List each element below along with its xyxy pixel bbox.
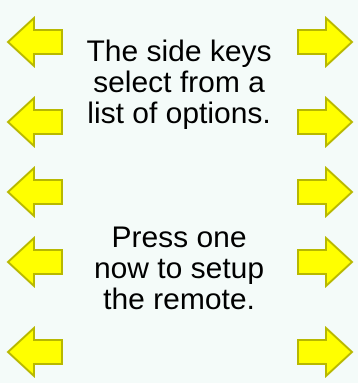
- arrow-left-icon: [6, 236, 63, 288]
- instruction-line: now to setup: [93, 252, 265, 285]
- left-side-key-4[interactable]: [6, 236, 64, 288]
- left-side-key-5[interactable]: [6, 326, 64, 378]
- instruction-line: select from a: [93, 66, 265, 99]
- instruction-line: Press one: [111, 221, 247, 254]
- instruction-text-setup: Press one now to setup the remote.: [66, 222, 292, 315]
- left-side-key-2[interactable]: [6, 96, 64, 148]
- arrow-right-icon: [297, 96, 354, 148]
- right-side-key-1[interactable]: [296, 16, 354, 68]
- instruction-line: the remote.: [103, 283, 255, 316]
- right-side-key-4[interactable]: [296, 236, 354, 288]
- remote-setup-screen: The side keys select from a list of opti…: [0, 0, 358, 383]
- arrow-left-icon: [6, 166, 63, 218]
- arrow-left-icon: [6, 326, 63, 378]
- arrow-right-icon: [297, 166, 354, 218]
- instruction-line: The side keys: [86, 35, 272, 68]
- right-side-key-3[interactable]: [296, 166, 354, 218]
- arrow-left-icon: [6, 16, 63, 68]
- instruction-text-side-keys: The side keys select from a list of opti…: [66, 36, 292, 129]
- instruction-line: list of options.: [87, 97, 271, 130]
- arrow-left-icon: [6, 96, 63, 148]
- arrow-right-icon: [297, 16, 354, 68]
- right-side-key-5[interactable]: [296, 326, 354, 378]
- arrow-right-icon: [297, 236, 354, 288]
- right-side-key-2[interactable]: [296, 96, 354, 148]
- left-side-key-1[interactable]: [6, 16, 64, 68]
- left-side-key-3[interactable]: [6, 166, 64, 218]
- arrow-right-icon: [297, 326, 354, 378]
